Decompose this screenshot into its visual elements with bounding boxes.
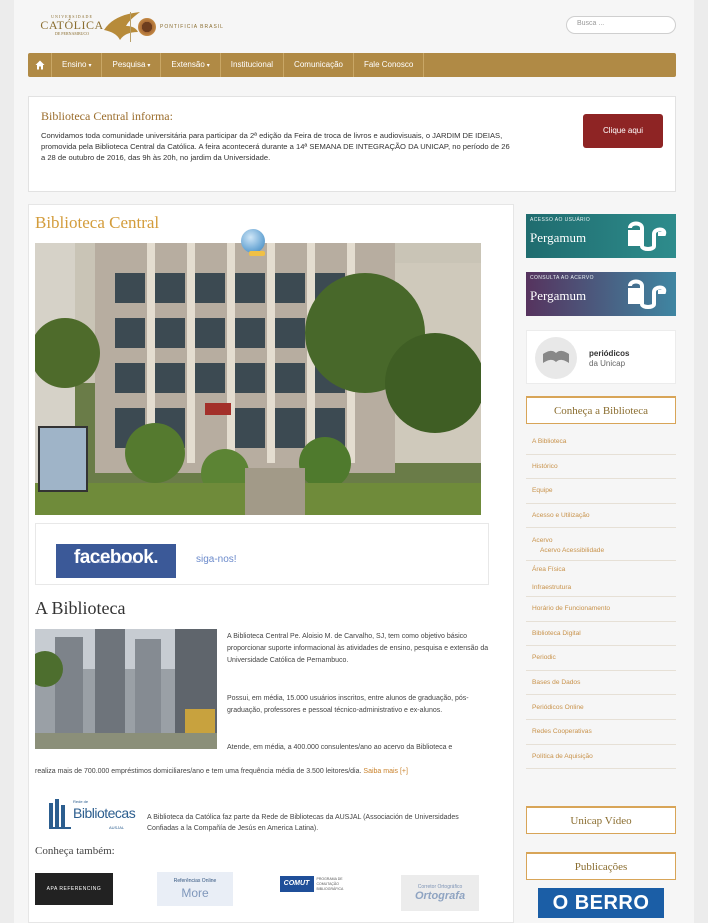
unicap-video-heading[interactable]: Unicap Vídeo xyxy=(526,806,676,834)
logo-main-text: CATÓLICA xyxy=(40,18,104,32)
acesso-pergamum-banner[interactable]: ACESSO AO USUÁRIO Pergamum xyxy=(526,214,676,258)
banner-small-text: ACESSO AO USUÁRIO xyxy=(530,217,591,223)
banner-small-text: CONSULTA AO ACERVO xyxy=(530,275,594,281)
o-berro-banner[interactable]: O BERRO xyxy=(538,888,664,918)
rede-big-text: Bibliotecas xyxy=(73,805,136,821)
sidebar-item-politica-aquisicao[interactable]: Política de Aquisição xyxy=(526,745,676,770)
sidebar-links: A Biblioteca Histórico Equipe Acesso e U… xyxy=(526,430,676,770)
saiba-mais-link[interactable]: Saiba mais [+] xyxy=(363,768,408,775)
sidebar-item-area-fisica[interactable]: Área Física xyxy=(526,561,676,579)
page: UNIVERSIDADE CATÓLICA DE PERNAMBUCO PONT… xyxy=(14,0,694,923)
sidebar-item-biblioteca-digital[interactable]: Biblioteca Digital xyxy=(526,622,676,647)
home-icon xyxy=(35,60,44,70)
facebook-logo[interactable]: facebook. Biblioteca Central da Católica xyxy=(56,544,176,578)
follow-badge-icon xyxy=(241,229,265,253)
follow-badge-ribbon xyxy=(249,251,265,256)
siga-nos-text: siga-nos! xyxy=(196,554,237,565)
conheca-biblioteca-heading: Conheça a Biblioteca xyxy=(526,396,676,424)
referencias-online-link[interactable]: Referências Online More xyxy=(157,872,233,906)
sidebar-item-a-biblioteca[interactable]: A Biblioteca xyxy=(526,430,676,455)
consulta-pergamum-banner[interactable]: CONSULTA AO ACERVO Pergamum xyxy=(526,272,676,316)
nav-home[interactable] xyxy=(28,53,52,77)
logo-separator xyxy=(130,12,131,42)
rede-description: A Biblioteca da Católica faz parte da Re… xyxy=(147,814,459,832)
publicacoes-heading[interactable]: Publicações xyxy=(526,852,676,880)
conheca-tambem-heading: Conheça também: xyxy=(35,845,115,857)
sidebar-item-infraestrutura[interactable]: Infraestrutura xyxy=(526,579,676,597)
comut-link[interactable]: COMUT PROGRAMA DE COMUTAÇÃO BIBLIOGRÁFIC… xyxy=(279,869,359,899)
nav-label: Fale Conosco xyxy=(363,60,414,69)
logo-text: UNIVERSIDADE CATÓLICA DE PERNAMBUCO xyxy=(36,14,108,36)
pontificia-seal-icon xyxy=(138,18,156,36)
notice-title: Biblioteca Central informa: xyxy=(41,109,173,123)
scroll-icon xyxy=(628,221,667,251)
nav-label: Institucional xyxy=(230,60,274,69)
sidebar-item-bases-de-dados[interactable]: Bases de Dados xyxy=(526,671,676,696)
sidebar-item-redes-cooperativas[interactable]: Redes Cooperativas xyxy=(526,720,676,745)
apa-text: APA REFERENCING xyxy=(46,886,102,892)
library-interior-photo xyxy=(35,629,217,749)
periodicos-title: periódicos xyxy=(589,349,630,358)
comut-text: PROGRAMA DE COMUTAÇÃO BIBLIOGRÁFICA xyxy=(316,876,344,891)
section-title: A Biblioteca xyxy=(35,598,126,618)
books-icon xyxy=(49,799,71,829)
nav-label: Ensino xyxy=(62,60,87,69)
notice-body: Convidamos toda comunidade universitária… xyxy=(41,131,510,162)
nav-label: Comunicação xyxy=(294,60,343,69)
main-content: Biblioteca Central facebook. Biblioteca … xyxy=(28,204,514,923)
nav-item-extensao[interactable]: Extensão ▾ xyxy=(161,53,221,77)
corretor-ortografico-link[interactable]: Corretor Ortográfico Ortografa xyxy=(401,875,479,911)
nav-item-fale-conosco[interactable]: Fale Conosco xyxy=(354,53,425,77)
dove-icon xyxy=(104,12,140,40)
clique-aqui-button[interactable]: Clique aqui xyxy=(583,114,663,148)
sidebar-item-acesso[interactable]: Acesso e Utilização xyxy=(526,504,676,529)
chevron-down-icon: ▾ xyxy=(88,63,92,69)
ref-top-text: Referências Online xyxy=(173,878,217,884)
ref-big-text: More xyxy=(181,886,209,900)
sidebar-item-horario[interactable]: Horário de Funcionamento xyxy=(526,597,676,622)
facebook-sub-text: Biblioteca Central da Católica xyxy=(96,560,136,564)
scroll-icon xyxy=(628,279,667,309)
main-nav: Ensino ▾ Pesquisa ▾ Extensão ▾ Instituciona… xyxy=(28,53,676,77)
about-tail-text: realiza mais de 700.000 empréstimos domi… xyxy=(35,768,362,775)
library-building-photo xyxy=(35,243,481,515)
search-input[interactable]: Busca ... xyxy=(566,16,676,34)
about-paragraph-2: Possui, em média, 15.000 usuários inscri… xyxy=(227,695,469,714)
ort-big-text: Ortografa xyxy=(414,890,466,902)
notice-box: Biblioteca Central informa: Convidamos t… xyxy=(28,96,676,192)
sidebar-item-periodicos-online[interactable]: Periódicos Online xyxy=(526,695,676,720)
about-paragraph-tail: realiza mais de 700.000 empréstimos domi… xyxy=(35,766,499,778)
nav-item-institucional[interactable]: Institucional xyxy=(221,53,285,77)
open-book-icon xyxy=(535,337,577,379)
comut-logo: COMUT xyxy=(279,876,314,892)
nav-item-comunicacao[interactable]: Comunicação xyxy=(284,53,354,77)
page-title: Biblioteca Central xyxy=(35,213,160,232)
sidebar-item-periodic[interactable]: Periodic xyxy=(526,646,676,671)
chevron-down-icon: ▾ xyxy=(147,63,151,69)
nav-item-ensino[interactable]: Ensino ▾ xyxy=(52,53,103,77)
nav-label: Extensão xyxy=(171,60,205,69)
banner-big-text: Pergamum xyxy=(530,230,587,245)
banner-big-text: Pergamum xyxy=(530,288,587,303)
periodicos-sub: da Unicap xyxy=(589,359,626,368)
rede-bibliotecas-logo[interactable]: Rede de Bibliotecas AUSJAL xyxy=(49,797,137,833)
rede-small-text: Rede de xyxy=(73,799,89,804)
periodicos-banner[interactable]: periódicos da Unicap xyxy=(526,330,676,384)
rede-ausjal-text: AUSJAL xyxy=(109,825,125,830)
facebook-box[interactable]: facebook. Biblioteca Central da Católica… xyxy=(35,523,489,585)
chevron-down-icon: ▾ xyxy=(206,63,210,69)
sidebar-item-equipe[interactable]: Equipe xyxy=(526,479,676,504)
nav-item-pesquisa[interactable]: Pesquisa ▾ xyxy=(102,53,162,77)
partner-label: PONTIFICIA BRASIL xyxy=(160,24,224,30)
sidebar-subitem-acessibilidade[interactable]: Acervo Acessibilidade xyxy=(526,547,676,561)
sidebar-item-historico[interactable]: Histórico xyxy=(526,455,676,480)
about-paragraph-3: Atende, em média, a 400.000 consulentes/… xyxy=(227,744,453,751)
apa-referencing-link[interactable]: APA REFERENCING xyxy=(35,873,113,905)
about-paragraph-1: A Biblioteca Central Pe. Aloisio M. de C… xyxy=(227,633,489,664)
nav-label: Pesquisa xyxy=(112,60,146,69)
